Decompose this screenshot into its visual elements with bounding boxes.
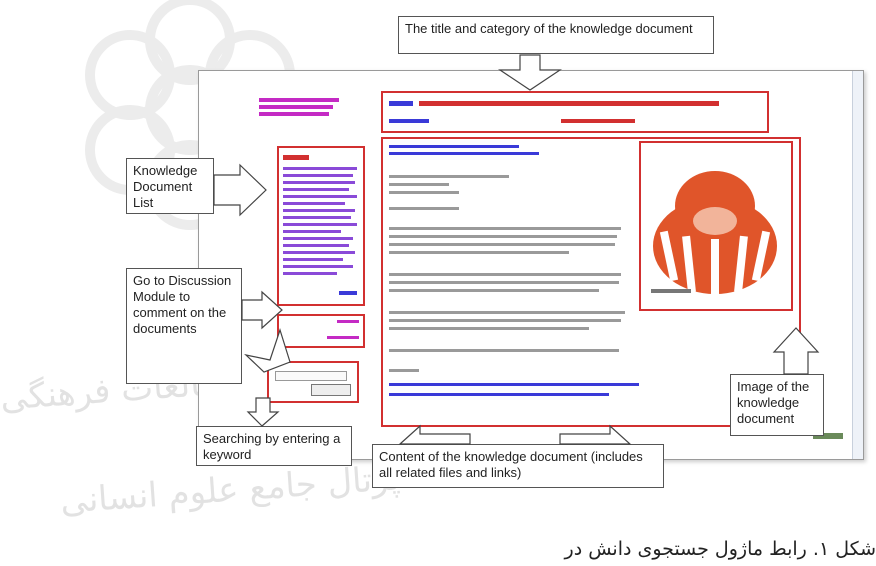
figure-caption: شکل ۱. رابط ماژول جستجوی دانش در PKMSS [560,538,876,560]
callout-arrows [213,54,820,445]
